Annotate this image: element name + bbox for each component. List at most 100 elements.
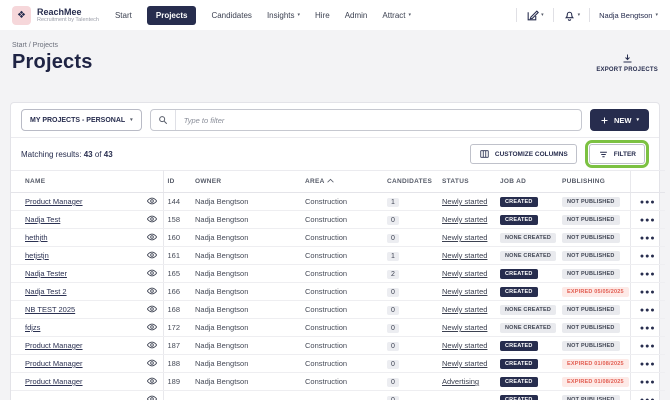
project-status-link[interactable]: Newly started [442,233,487,242]
project-status-link[interactable]: Advertising [442,377,479,386]
divider [553,8,554,22]
preview-eye-icon[interactable] [147,234,157,243]
candidates-count-badge[interactable]: 0 [387,288,399,297]
preview-eye-icon[interactable] [147,360,157,369]
scope-dropdown[interactable]: MY PROJECTS - PERSONAL ▾ [21,109,142,131]
preview-eye-icon[interactable] [147,342,157,351]
header-name[interactable]: NAME [11,171,141,193]
candidates-count-badge[interactable]: 0 [387,342,399,351]
preview-eye-icon[interactable] [147,306,157,315]
compose-menu-button[interactable]: ▾ [526,9,544,22]
header-candidates[interactable]: CANDIDATES [383,171,438,193]
nav-item-start[interactable]: Start [115,11,132,20]
project-name-link[interactable]: fdjzs [25,323,40,332]
header-area[interactable]: AREA [301,171,383,193]
project-name-link[interactable]: Product Manager [25,377,83,386]
candidates-count-badge[interactable]: 1 [387,198,399,207]
customize-columns-button[interactable]: CUSTOMIZE COLUMNS [470,144,577,164]
project-name-link[interactable]: hetjstjn [25,251,49,260]
breadcrumb-projects[interactable]: Projects [33,42,58,49]
row-actions-button[interactable]: ●●● [640,199,656,206]
row-actions-button[interactable]: ●●● [640,379,656,386]
project-name-link[interactable]: hethjth [25,233,48,242]
project-status-link[interactable]: Newly started [442,269,487,278]
project-status-link[interactable]: Newly started [442,251,487,260]
project-owner: Nadja Bengtson [191,247,301,265]
preview-eye-icon[interactable] [147,198,157,207]
nav-item-projects[interactable]: Projects [147,6,197,25]
project-status-link[interactable]: Newly started [442,305,487,314]
nav-item-candidates[interactable]: Candidates [211,11,251,20]
header-publishing[interactable]: PUBLISHING [558,171,630,193]
row-actions-button[interactable]: ●●● [640,235,656,242]
row-actions-button[interactable]: ●●● [640,325,656,332]
project-area: Construction [301,373,383,391]
project-status-link[interactable]: Newly started [442,215,487,224]
filter-button[interactable]: FILTER [589,144,645,164]
project-name-link[interactable]: NB TEST 2025 [25,305,75,314]
project-status-link[interactable]: Newly started [442,341,487,350]
nav-item-attract[interactable]: Attract▾ [382,11,411,20]
candidates-count-badge[interactable]: 1 [387,252,399,261]
new-project-button[interactable]: NEW ▾ [590,109,649,131]
candidates-count-badge[interactable]: 0 [387,306,399,315]
row-actions-button[interactable]: ●●● [640,253,656,260]
nav-item-insights[interactable]: Insights▾ [267,11,300,20]
project-area: Construction [301,337,383,355]
preview-eye-icon[interactable] [147,324,157,333]
row-actions-button[interactable]: ●●● [640,271,656,278]
candidates-count-badge[interactable]: 2 [387,270,399,279]
preview-eye-icon[interactable] [147,396,157,400]
project-area: Construction [301,301,383,319]
preview-eye-icon[interactable] [147,288,157,297]
header-eye [141,171,163,193]
user-menu[interactable]: Nadja Bengtson ▾ [599,11,658,20]
brand[interactable]: ❖ ReachMee Recruitment by Talentech [12,6,99,25]
project-name-link[interactable]: Nadja Test 2 [25,287,67,296]
page-title: Projects [12,51,93,74]
preview-eye-icon[interactable] [147,270,157,279]
project-status-link[interactable]: Newly started [442,323,487,332]
project-name-link[interactable]: Product Manager [25,341,83,350]
project-area: Construction [301,355,383,373]
candidates-count-badge[interactable]: 0 [387,360,399,369]
project-name-link[interactable]: Nadja Tester [25,269,67,278]
header-status[interactable]: STATUS [438,171,496,193]
table-row: NB TEST 2025 168 Nadja Bengtson Construc… [11,301,665,319]
candidates-count-badge[interactable]: 0 [387,378,399,387]
project-status-link[interactable]: Newly started [442,359,487,368]
results-total: 43 [104,150,113,159]
candidates-count-badge[interactable]: 0 [387,234,399,243]
search-input[interactable] [176,116,581,125]
candidates-count-badge[interactable]: 0 [387,324,399,333]
preview-eye-icon[interactable] [147,252,157,261]
project-status-link[interactable]: Newly started [442,287,487,296]
preview-eye-icon[interactable] [147,216,157,225]
row-actions-button[interactable]: ●●● [640,307,656,314]
nav-item-label: Insights [267,11,295,20]
project-name-link[interactable]: Product Manager [25,359,83,368]
project-status-link[interactable]: Newly started [442,197,487,206]
row-actions-button[interactable]: ●●● [640,289,656,296]
project-name-link[interactable]: Nadja Test [25,215,60,224]
header-owner[interactable]: OWNER [191,171,301,193]
notifications-button[interactable]: ▾ [563,9,581,22]
nav-item-admin[interactable]: Admin [345,11,368,20]
project-id: 158 [163,211,191,229]
header-job-ad[interactable]: JOB AD [496,171,558,193]
row-actions-button[interactable]: ●●● [640,343,656,350]
header-id[interactable]: ID [163,171,191,193]
row-actions-button[interactable]: ●●● [640,217,656,224]
breadcrumb-start[interactable]: Start [12,42,27,49]
preview-eye-icon[interactable] [147,378,157,387]
candidates-count-badge[interactable]: 0 [387,216,399,225]
project-name-link[interactable]: Product Manager [25,197,83,206]
export-projects-button[interactable]: EXPORT PROJECTS [596,53,658,73]
job-ad-badge: CREATED [500,377,538,387]
candidates-count-badge[interactable]: 0 [387,396,399,400]
scope-label: MY PROJECTS - PERSONAL [30,117,125,124]
chevron-down-icon: ▾ [409,12,412,18]
row-actions-button[interactable]: ●●● [640,361,656,368]
nav-item-hire[interactable]: Hire [315,11,330,20]
project-area: Construction [301,265,383,283]
